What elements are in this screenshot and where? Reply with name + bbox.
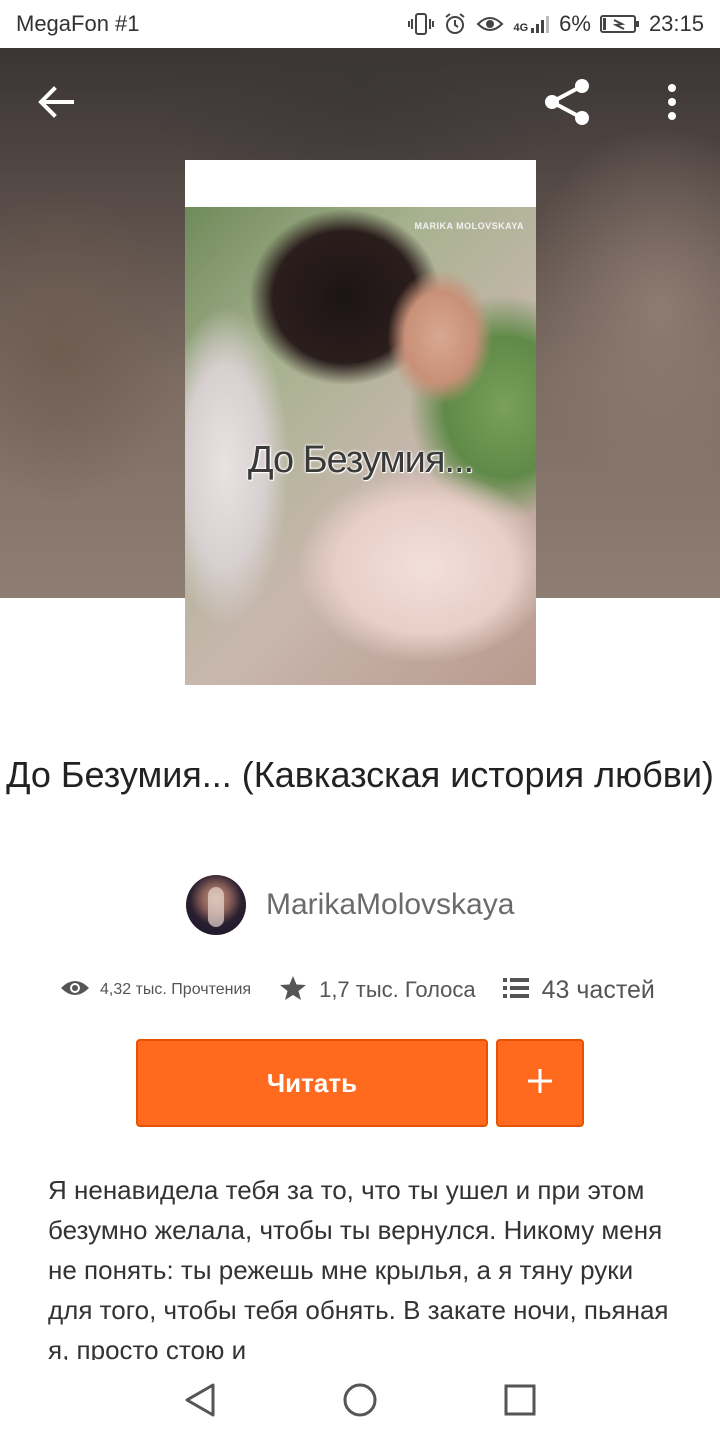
network-type: 4G xyxy=(513,22,529,34)
votes-count: 1,7 тыс. Голоса xyxy=(319,977,476,1002)
plus-icon xyxy=(527,1068,553,1099)
nav-back-button[interactable] xyxy=(176,1378,224,1426)
story-description: Я ненавидела тебя за то, что ты ушел и п… xyxy=(48,1175,669,1360)
cover-title: До Безумия... xyxy=(247,439,474,481)
author-name[interactable]: MarikaMolovskaya xyxy=(266,888,514,922)
share-icon xyxy=(542,78,592,131)
alarm-icon xyxy=(443,12,467,36)
cover-author-mark: MARIKA MOLOVSKAYA xyxy=(414,221,524,231)
book-cover[interactable]: MARIKA MOLOVSKAYA До Безумия... xyxy=(185,160,536,685)
signal-icon: 4G xyxy=(513,14,550,34)
star-icon xyxy=(279,975,307,1006)
add-to-library-button[interactable] xyxy=(496,1039,584,1127)
story-stats: 4,32 тыс. Прочтения 1,7 тыс. Голоса 43 ч… xyxy=(60,970,655,1010)
system-nav-bar xyxy=(0,1362,720,1440)
parts-count: 43 частей xyxy=(541,975,655,1004)
stat-reads: 4,32 тыс. Прочтения xyxy=(60,978,251,1003)
author-row[interactable]: MarikaMolovskaya xyxy=(186,875,514,935)
clock: 23:15 xyxy=(648,11,704,36)
avatar[interactable] xyxy=(186,875,246,935)
reads-count: 4,32 тыс. Прочтения xyxy=(100,981,252,998)
arrow-back-icon xyxy=(38,85,74,123)
triangle-back-icon xyxy=(183,1382,217,1423)
status-bar: MegaFon #1 4G 6% 23:15 xyxy=(0,0,720,48)
circle-home-icon xyxy=(342,1382,378,1423)
list-icon xyxy=(502,976,530,1005)
share-button[interactable] xyxy=(536,74,598,134)
story-title: До Безумия... (Кавказская история любви) xyxy=(6,754,714,795)
stat-parts: 43 частей xyxy=(502,976,655,1005)
read-button[interactable]: Читать xyxy=(136,1039,488,1127)
eye-icon xyxy=(476,14,504,34)
cover-image: MARIKA MOLOVSKAYA До Безумия... xyxy=(185,207,536,685)
eye-icon xyxy=(60,978,90,1003)
vibrate-icon xyxy=(408,12,435,36)
nav-home-button[interactable] xyxy=(336,1378,384,1426)
more-vertical-icon xyxy=(667,83,677,125)
stat-votes: 1,7 тыс. Голоса xyxy=(279,975,476,1006)
carrier-name: MegaFon #1 xyxy=(16,11,140,36)
battery-percent: 6% xyxy=(559,11,591,36)
square-recents-icon xyxy=(504,1384,536,1421)
status-icons: 4G 6% 23:15 xyxy=(408,11,704,37)
more-options-button[interactable] xyxy=(650,78,694,130)
battery-icon xyxy=(599,13,640,35)
back-button[interactable] xyxy=(26,78,86,130)
nav-recents-button[interactable] xyxy=(496,1378,544,1426)
